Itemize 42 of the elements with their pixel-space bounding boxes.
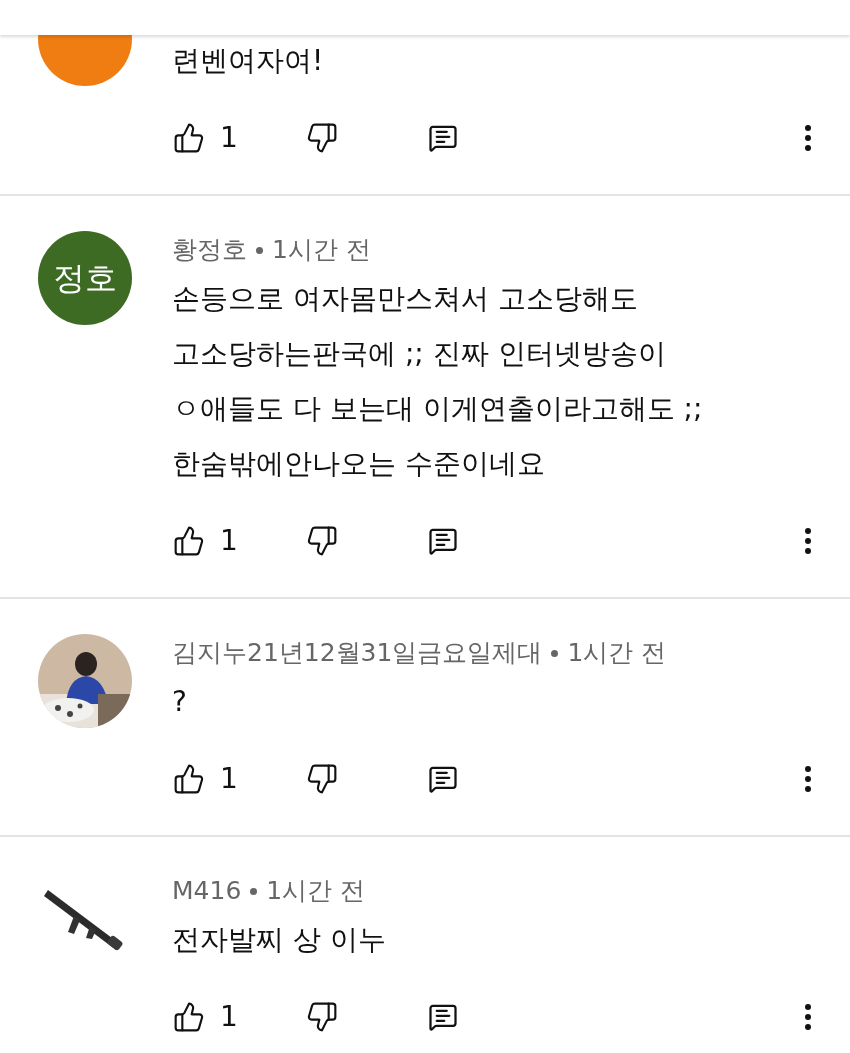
comment-author[interactable]: 김지누21년12월31일금요일제대 [172, 634, 543, 672]
thumbs-down-icon [306, 122, 338, 154]
comment-text: 손등으로 여자몸만스쳐서 고소당해도 고소당하는판국에 ;; 진짜 인터넷방송이 ㅇ애들도 다 보는대 이게연출이라고해도 ;; 한숨밖에안나오는 수준이네요 [172, 281, 704, 482]
like-button[interactable] [172, 121, 206, 155]
bullet-icon [250, 887, 258, 895]
like-button[interactable] [172, 1000, 206, 1034]
dislike-button[interactable] [305, 524, 339, 558]
like-count: 1 [220, 999, 238, 1035]
like-button[interactable] [172, 762, 206, 796]
comment-text: 련벤여자여! [172, 43, 325, 79]
comment-time: 1시간 전 [567, 637, 667, 670]
comment-text: 전자발찌 상 이누 [172, 922, 387, 958]
thumbs-up-icon [173, 763, 205, 795]
reply-icon [428, 526, 458, 556]
like-count: 1 [220, 120, 238, 156]
dislike-button[interactable] [305, 762, 339, 796]
more-icon [805, 766, 811, 792]
thumbs-down-icon [306, 1001, 338, 1033]
reply-icon [428, 764, 458, 794]
more-icon [805, 125, 811, 151]
dislike-button[interactable] [305, 1000, 339, 1034]
like-button[interactable] [172, 524, 206, 558]
reply-icon [428, 123, 458, 153]
thumbs-up-icon [173, 122, 205, 154]
thumbs-down-icon [306, 763, 338, 795]
comment-time: 1시간 전 [272, 234, 371, 267]
thumbs-up-icon [173, 525, 205, 557]
comment-text: ? [172, 684, 188, 720]
avatar: 정호 [38, 231, 132, 325]
more-icon [805, 528, 811, 554]
bullet-icon [256, 246, 263, 254]
comment-time: 1시간 전 [266, 875, 366, 908]
like-count: 1 [220, 523, 238, 559]
comment-author[interactable]: M416 [172, 872, 242, 910]
thumbs-down-icon [306, 525, 338, 557]
like-count: 1 [220, 761, 238, 797]
dislike-button[interactable] [305, 121, 339, 155]
bullet-icon [551, 649, 559, 657]
comment-author[interactable]: 황정호 [172, 231, 247, 269]
reply-icon [428, 1002, 458, 1032]
thumbs-up-icon [173, 1001, 205, 1033]
more-icon [805, 1004, 811, 1030]
